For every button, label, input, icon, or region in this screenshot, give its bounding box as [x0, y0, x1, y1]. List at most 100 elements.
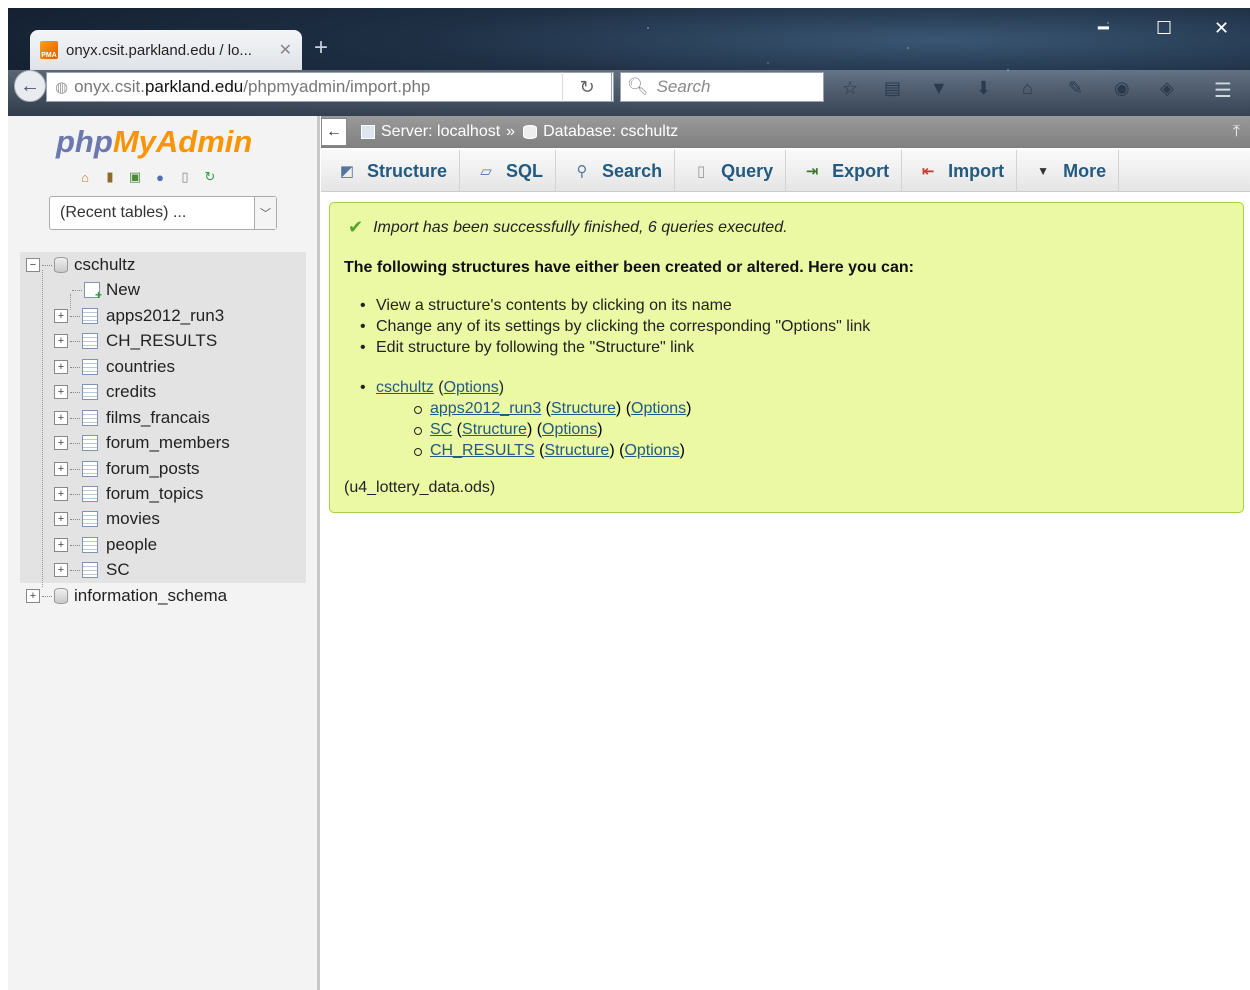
list-item: Edit structure by following the "Structu…	[360, 339, 870, 360]
expand-icon[interactable]: +	[26, 589, 40, 603]
tree-node-table[interactable]: + credits	[54, 380, 156, 404]
tree-node-table[interactable]: + films_francais	[54, 406, 210, 430]
navigation-panel: phpMyAdmin ⌂ ▮ ▣ ● ▯ ↻ (Recent tables) .…	[8, 116, 320, 990]
reload-navigation-icon[interactable]: ↻	[201, 168, 219, 186]
tab-structure[interactable]: ◩ Structure	[321, 150, 461, 192]
reload-button[interactable]: ↻	[562, 72, 612, 102]
tree-node-table[interactable]: + forum_members	[54, 431, 230, 455]
table-icon	[82, 308, 98, 324]
new-tab-icon[interactable]: +	[314, 34, 328, 62]
documentation-icon[interactable]: ●	[151, 168, 169, 186]
collapse-navigation-button[interactable]: ←	[321, 118, 347, 146]
options-link[interactable]: Options	[624, 442, 679, 459]
pocket-icon[interactable]: ▼	[930, 78, 948, 99]
options-link[interactable]: Options	[631, 400, 686, 417]
browser-tab[interactable]: PMA onyx.csit.parkland.edu / lo... ✕	[30, 30, 302, 70]
query-window-icon[interactable]: ▣	[126, 168, 144, 186]
chat-icon[interactable]: ✎	[1068, 78, 1083, 99]
downloads-icon[interactable]: ⬇	[976, 78, 991, 99]
expand-icon[interactable]: +	[54, 385, 68, 399]
tab-more[interactable]: ▼ More	[1017, 150, 1120, 192]
tab-search[interactable]: ⚲ Search	[556, 150, 676, 192]
home-icon[interactable]: ⌂	[76, 168, 94, 186]
structure-link[interactable]: Structure	[551, 400, 616, 417]
structure-icon: ◩	[339, 163, 355, 180]
browser-back-button[interactable]: ←	[14, 70, 46, 102]
maximize-icon[interactable]: ☐	[1156, 18, 1172, 39]
tree-node-table[interactable]: + apps2012_run3	[54, 304, 224, 328]
minimize-icon[interactable]: ━	[1098, 18, 1109, 39]
hamburger-menu-icon[interactable]: ☰	[1214, 78, 1232, 103]
close-window-icon[interactable]: ✕	[1214, 18, 1229, 39]
tree-node-table[interactable]: + forum_posts	[54, 457, 200, 481]
expand-icon[interactable]: +	[54, 360, 68, 374]
tree-node-table[interactable]: + countries	[54, 355, 175, 379]
collapse-icon[interactable]: −	[26, 258, 40, 272]
addon-icon[interactable]: ◉	[1114, 78, 1130, 99]
tree-node-new[interactable]: New	[72, 278, 140, 302]
expand-icon[interactable]: +	[54, 512, 68, 526]
table-link[interactable]: CH_RESULTS	[430, 442, 535, 459]
expand-icon[interactable]: +	[54, 538, 68, 552]
checkmark-icon: ✔	[348, 217, 364, 237]
bookmarks-list-icon[interactable]: ▤	[884, 78, 901, 99]
home-icon[interactable]: ⌂	[1022, 78, 1033, 99]
table-icon	[82, 384, 98, 400]
tree-node-table[interactable]: + movies	[54, 507, 160, 531]
breadcrumb-database[interactable]: Database: cschultz	[543, 123, 678, 141]
query-icon: ▯	[696, 163, 706, 180]
expand-icon[interactable]: +	[54, 411, 68, 425]
sync-icon[interactable]: ◈	[1160, 78, 1174, 99]
bookmark-star-icon[interactable]: ☆	[842, 78, 858, 99]
expand-icon[interactable]: +	[54, 436, 68, 450]
browser-search-input[interactable]: 🔍︎ Search	[620, 72, 824, 102]
tree-node-table[interactable]: + forum_topics	[54, 482, 203, 506]
sql-docs-icon[interactable]: ▯	[176, 168, 194, 186]
recent-tables-select[interactable]: (Recent tables) ... ﹀	[49, 196, 277, 230]
breadcrumb: ← Server: localhost » Database: cschultz…	[321, 116, 1250, 148]
tree-node-information-schema[interactable]: + information_schema	[26, 584, 227, 608]
list-item: SC (Structure) (Options)	[414, 421, 692, 442]
phpmyadmin-logo[interactable]: phpMyAdmin	[56, 124, 252, 160]
hint-list: View a structure's contents by clicking …	[360, 297, 870, 360]
tab-export[interactable]: ⇥ Export	[786, 150, 903, 192]
tree-node-table[interactable]: + CH_RESULTS	[54, 329, 217, 353]
structure-link[interactable]: Structure	[544, 442, 609, 459]
tab-sql[interactable]: ▱ SQL	[460, 150, 557, 192]
logout-icon[interactable]: ▮	[101, 168, 119, 186]
triangle-down-icon: ▼	[1037, 164, 1050, 178]
table-icon	[82, 359, 98, 375]
table-icon	[82, 435, 98, 451]
search-icon: ⚲	[576, 163, 588, 180]
expand-icon[interactable]: +	[54, 309, 68, 323]
table-icon	[82, 333, 98, 349]
db-link-cschultz[interactable]: cschultz	[376, 379, 434, 396]
table-link[interactable]: SC	[430, 421, 452, 438]
close-tab-icon[interactable]: ✕	[279, 40, 292, 60]
sql-icon: ▱	[480, 163, 492, 180]
tab-import[interactable]: ⇤ Import	[902, 150, 1018, 192]
altered-structures-list: cschultz (Options)	[360, 379, 504, 400]
list-item: CH_RESULTS (Structure) (Options)	[414, 442, 692, 463]
search-icon: 🔍︎	[627, 77, 649, 96]
db-options-link[interactable]: Options	[444, 379, 499, 396]
expand-icon[interactable]: +	[54, 563, 68, 577]
tree-node-table[interactable]: + people	[54, 533, 157, 557]
tree-node-cschultz[interactable]: − cschultz	[26, 253, 135, 277]
tab-title: onyx.csit.parkland.edu / lo...	[66, 41, 252, 59]
breadcrumb-server[interactable]: Server: localhost	[381, 123, 500, 141]
list-item: cschultz (Options)	[360, 379, 504, 400]
imported-filename: (u4_lottery_data.ods)	[344, 479, 496, 496]
url-bar[interactable]: ◍ onyx.csit.parkland.edu/phpmyadmin/impo…	[46, 72, 614, 102]
list-item: View a structure's contents by clicking …	[360, 297, 870, 318]
tab-query[interactable]: ▯ Query	[675, 150, 787, 192]
table-link[interactable]: apps2012_run3	[430, 400, 541, 417]
tree-node-table[interactable]: + SC	[54, 558, 130, 582]
collapse-up-icon[interactable]: ⤒	[1233, 123, 1240, 141]
options-link[interactable]: Options	[542, 421, 597, 438]
expand-icon[interactable]: +	[54, 334, 68, 348]
chevron-down-icon: ﹀	[254, 197, 276, 229]
expand-icon[interactable]: +	[54, 462, 68, 476]
expand-icon[interactable]: +	[54, 487, 68, 501]
structure-link[interactable]: Structure	[462, 421, 527, 438]
